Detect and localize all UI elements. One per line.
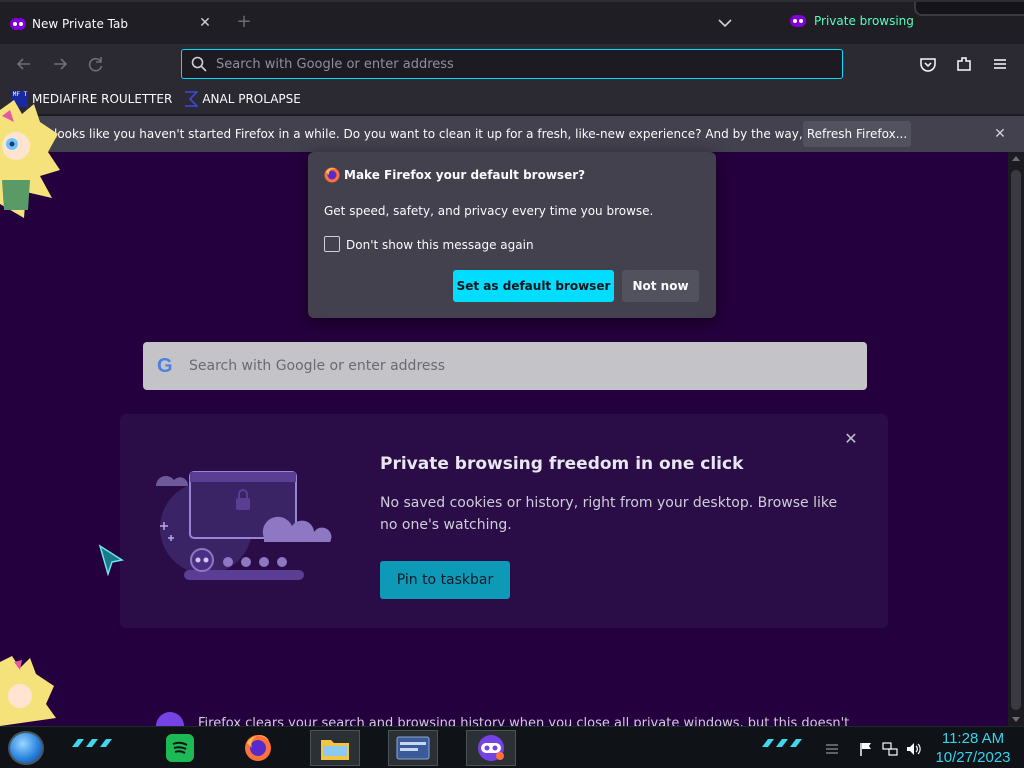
- tab-strip: New Private Tab ✕ + Private browsing: [0, 0, 1024, 44]
- address-bar[interactable]: [181, 49, 843, 79]
- dialog-title: Make Firefox your default browser?: [344, 168, 586, 182]
- content-search-input[interactable]: [189, 358, 849, 374]
- taskbar-decoration-icon: [72, 739, 112, 747]
- system-clock[interactable]: 11:28 AM 10/27/2023: [926, 729, 1020, 767]
- navigation-toolbar: [0, 44, 1024, 84]
- dialog-body: Get speed, safety, and privacy every tim…: [324, 204, 654, 218]
- private-browsing-indicator: Private browsing: [790, 14, 914, 28]
- mouse-cursor-icon: [98, 544, 124, 576]
- firefox-logo-icon: [324, 167, 340, 183]
- flag-icon[interactable]: [858, 741, 874, 757]
- pocket-icon[interactable]: [918, 54, 938, 74]
- network-icon[interactable]: [882, 741, 898, 757]
- bookmarks-toolbar: MF T MEDIAFIRE ROULETTER ANAL PROLAPSE: [0, 84, 1024, 114]
- windows-taskbar: 11:28 AM 10/27/2023: [0, 726, 1024, 768]
- promo-title: Private browsing freedom in one click: [380, 454, 744, 474]
- set-default-browser-button[interactable]: Set as default browser: [453, 270, 614, 302]
- taskbar-app-file-explorer[interactable]: [310, 730, 360, 766]
- scroll-up-arrow-icon[interactable]: [1012, 156, 1020, 161]
- pin-to-taskbar-button[interactable]: Pin to taskbar: [380, 561, 510, 599]
- vertical-scrollbar[interactable]: [1008, 152, 1024, 726]
- taskbar-app-spotify[interactable]: [155, 730, 205, 766]
- private-mask-icon: [790, 15, 806, 27]
- taskbar-decoration-icon: [762, 739, 802, 747]
- chevron-down-icon[interactable]: [716, 14, 734, 32]
- show-desktop-icon[interactable]: [824, 741, 840, 757]
- taskbar-app-firefox[interactable]: [233, 730, 283, 766]
- new-tab-button[interactable]: +: [234, 12, 254, 32]
- bookmark-second[interactable]: ANAL PROLAPSE: [184, 91, 301, 107]
- pin-private-promo-card: ✕ Private browsing freedom in one click …: [120, 414, 888, 628]
- clock-date: 10/27/2023: [935, 749, 1011, 766]
- scroll-thumb[interactable]: [1011, 170, 1021, 710]
- refresh-firefox-button[interactable]: Refresh Firefox...: [803, 121, 911, 147]
- volume-icon[interactable]: [905, 741, 921, 757]
- cartoon-character-decoration-icon: [0, 656, 56, 726]
- dont-show-checkbox[interactable]: [324, 236, 340, 252]
- forward-arrow-icon[interactable]: [50, 54, 70, 74]
- menu-hamburger-icon[interactable]: [990, 54, 1010, 74]
- dont-show-label[interactable]: Don't show this message again: [346, 238, 534, 252]
- search-icon: [191, 56, 207, 72]
- tab-close-icon[interactable]: ✕: [196, 14, 214, 32]
- window-app-icon: [396, 736, 430, 760]
- close-icon[interactable]: ✕: [991, 125, 1009, 143]
- back-arrow-icon[interactable]: [14, 54, 34, 74]
- taskbar-app-firefox-private[interactable]: [466, 730, 516, 766]
- notification-text: looks like you haven't started Firefox i…: [54, 127, 898, 141]
- cartoon-character-decoration-icon: [0, 100, 60, 218]
- private-browsing-icon: [478, 735, 504, 761]
- refresh-notification-bar: looks like you haven't started Firefox i…: [0, 116, 1024, 152]
- firefox-icon: [245, 735, 271, 761]
- taskbar-app-window[interactable]: [388, 730, 438, 766]
- window-corner-decoration: [914, 2, 1024, 16]
- private-mask-icon: [10, 18, 26, 30]
- content-search-box[interactable]: G: [143, 342, 867, 390]
- scroll-down-arrow-icon[interactable]: [1012, 717, 1020, 722]
- start-button[interactable]: [8, 731, 44, 765]
- private-info-icon: [156, 712, 184, 726]
- default-browser-dialog: Make Firefox your default browser? Get s…: [308, 152, 716, 318]
- clock-time: 11:28 AM: [941, 730, 1005, 747]
- folder-icon: [321, 740, 349, 760]
- extensions-icon[interactable]: [954, 54, 974, 74]
- close-icon[interactable]: ✕: [842, 430, 860, 448]
- reload-icon[interactable]: [86, 54, 106, 74]
- tab-new-private[interactable]: New Private Tab ✕: [0, 6, 222, 42]
- private-window-illustration-icon: [156, 471, 332, 580]
- bookmark-favicon-icon: [185, 91, 199, 107]
- google-icon: G: [157, 355, 173, 377]
- bookmark-label: ANAL PROLAPSE: [202, 92, 301, 106]
- private-info-text: Firefox clears your search and browsing …: [198, 716, 850, 726]
- address-input[interactable]: [216, 56, 816, 72]
- promo-body: No saved cookies or history, right from …: [380, 495, 838, 533]
- not-now-button[interactable]: Not now: [622, 270, 699, 302]
- spotify-icon: [166, 734, 194, 762]
- private-browsing-label: Private browsing: [814, 14, 914, 28]
- tab-label: New Private Tab: [32, 17, 128, 31]
